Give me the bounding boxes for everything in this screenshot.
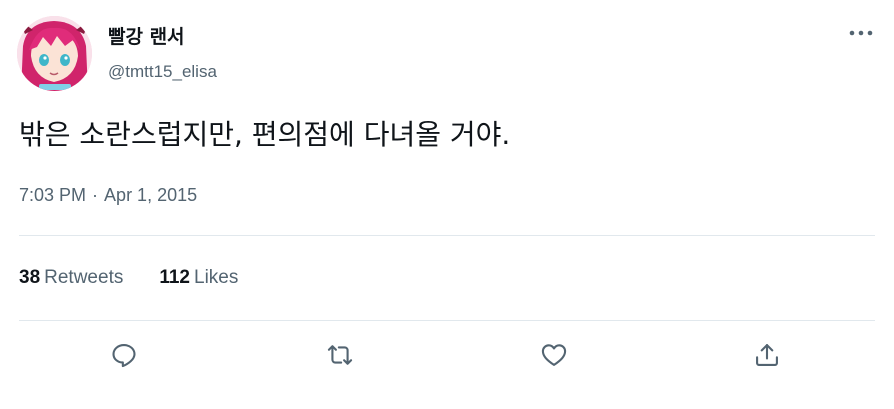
share-icon	[756, 344, 778, 366]
retweet-button[interactable]	[325, 340, 355, 370]
likes-count: 112	[159, 267, 190, 288]
retweet-icon	[327, 345, 353, 365]
divider	[19, 235, 875, 236]
tweet-date-link[interactable]: Apr 1, 2015	[104, 185, 197, 205]
tweet-time-link[interactable]: 7:03 PM	[19, 185, 86, 205]
like-heart-icon	[541, 344, 567, 366]
retweets-stat[interactable]: 38 Retweets	[19, 266, 123, 290]
avatar-image	[17, 16, 92, 91]
retweets-count: 38	[19, 267, 41, 288]
divider	[19, 320, 875, 321]
avatar[interactable]	[17, 16, 92, 91]
retweets-label: Retweets	[44, 267, 124, 288]
likes-label: Likes	[194, 267, 239, 288]
separator-dot: ·	[92, 185, 99, 205]
display-name[interactable]: 빨강 랜서	[108, 26, 185, 48]
user-handle[interactable]: @tmtt15_elisa	[108, 62, 217, 82]
reply-icon	[112, 344, 136, 368]
share-button[interactable]	[752, 340, 782, 370]
tweet-stats: 38 Retweets 112 Likes	[19, 266, 238, 290]
more-horizontal-icon	[849, 30, 873, 36]
reply-button[interactable]	[109, 340, 139, 370]
more-options-button[interactable]	[846, 22, 876, 44]
tweet-text: 밖은 소란스럽지만, 편의점에 다녀올 거야.	[19, 118, 511, 151]
tweet-timestamp: 7:03 PM · Apr 1, 2015	[19, 184, 197, 206]
like-button[interactable]	[539, 340, 569, 370]
likes-stat[interactable]: 112 Likes	[159, 266, 238, 290]
